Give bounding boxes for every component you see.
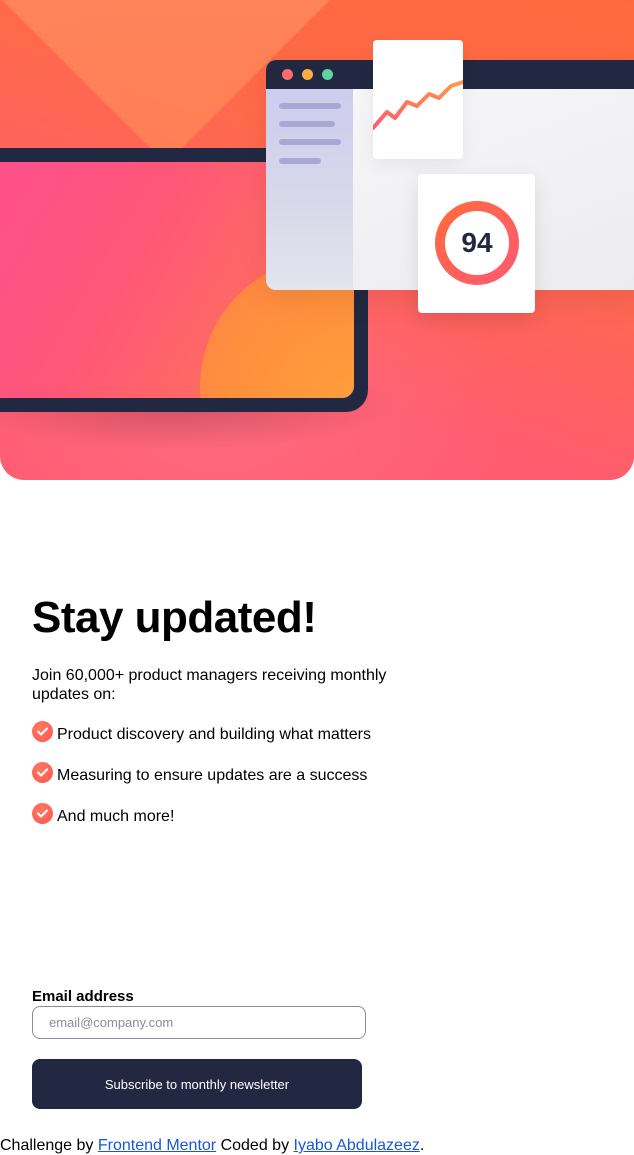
intro-text: Join 60,000+ product managers receiving …	[32, 667, 387, 703]
attribution-coded-prefix: Coded by	[216, 1137, 294, 1154]
frontend-mentor-link[interactable]: Frontend Mentor	[98, 1137, 216, 1154]
list-item: And much more!	[32, 802, 371, 843]
hero-illustration: 94	[0, 0, 634, 480]
benefit-list: Product discovery and building what matt…	[32, 720, 371, 843]
sidebar-line	[279, 121, 335, 127]
list-item-text: Measuring to ensure updates are a succes…	[57, 767, 368, 784]
email-field[interactable]	[32, 1006, 366, 1039]
trend-graph-icon	[371, 80, 465, 130]
list-item: Measuring to ensure updates are a succes…	[32, 761, 371, 802]
browser-sidebar	[266, 89, 353, 290]
check-circle-icon	[32, 803, 53, 824]
attribution-suffix: .	[419, 1137, 425, 1154]
check-circle-icon	[32, 762, 53, 783]
author-link[interactable]: Iyabo Abdulazeez	[294, 1137, 420, 1154]
list-item-text: And much more!	[57, 808, 175, 825]
sidebar-line	[279, 103, 341, 109]
trend-graph-card	[371, 40, 465, 159]
attribution: Challenge by Frontend Mentor Coded by Iy…	[0, 1136, 424, 1155]
list-item-text: Product discovery and building what matt…	[57, 726, 371, 743]
sidebar-line	[279, 158, 321, 164]
check-circle-icon	[32, 721, 53, 742]
score-card: 94	[418, 174, 535, 313]
list-item: Product discovery and building what matt…	[32, 720, 371, 761]
window-dot-green-icon	[322, 69, 333, 80]
page-title: Stay updated!	[32, 593, 317, 642]
sidebar-line	[279, 139, 341, 145]
subscribe-button[interactable]: Subscribe to monthly newsletter	[32, 1059, 362, 1109]
attribution-prefix: Challenge by	[0, 1137, 98, 1154]
email-label: Email address	[32, 988, 134, 1005]
window-dot-red-icon	[282, 69, 293, 80]
window-dot-yellow-icon	[302, 69, 313, 80]
score-value: 94	[461, 227, 493, 258]
